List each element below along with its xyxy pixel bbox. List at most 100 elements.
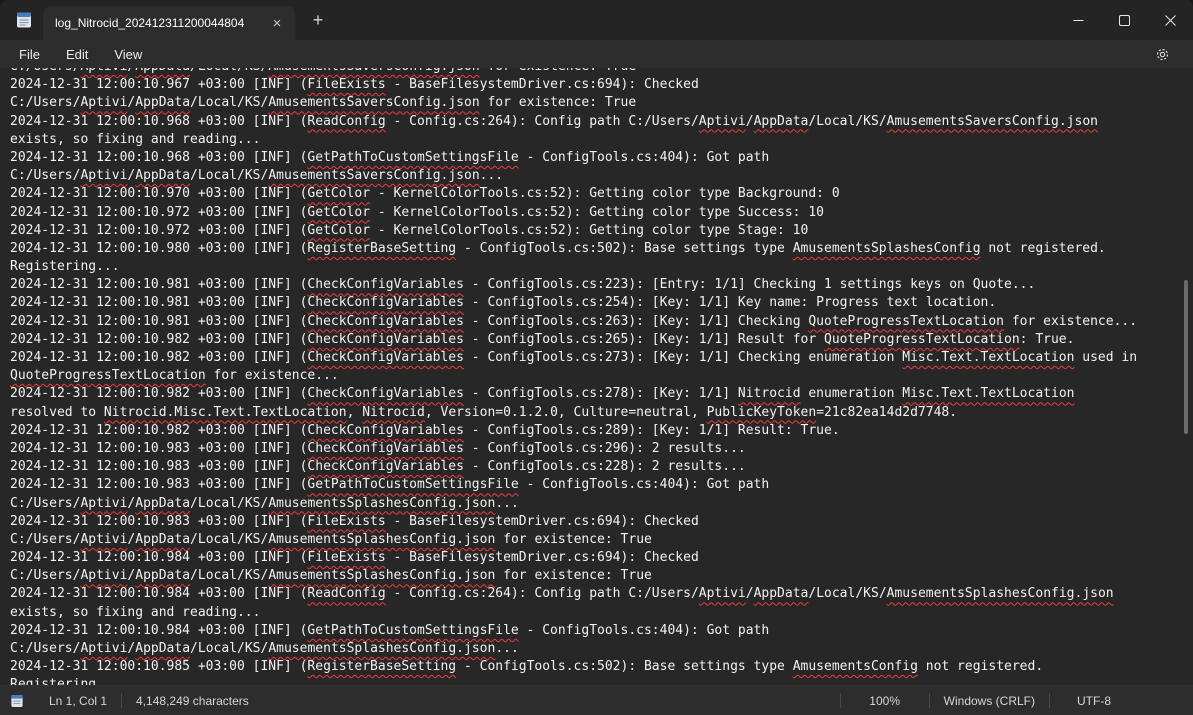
status-zoom: 100%	[841, 694, 929, 708]
misspelled-word: CheckConfigVariables	[307, 441, 464, 456]
misspelled-word: GetColor	[307, 205, 370, 220]
log-line: 2024-12-31 12:00:10.981 +03:00 [INF] (Ch…	[10, 294, 1193, 312]
log-line: exists, so fixing and reading...	[10, 131, 1193, 149]
gear-icon	[1155, 47, 1170, 62]
misspelled-word: AmusementsSaversConfig.json	[268, 95, 479, 110]
misspelled-word: AppData	[135, 568, 190, 583]
misspelled-word: Aptivi	[80, 641, 127, 656]
misspelled-word: AppData	[135, 496, 190, 511]
misspelled-word: Aptivi	[80, 496, 127, 511]
misspelled-word: Misc.Text.TextLocation	[902, 386, 1074, 401]
misspelled-word: GetColor	[307, 186, 370, 201]
tab-close-icon[interactable]: ×	[267, 13, 287, 33]
log-line: QuoteProgressTextLocation for existence.…	[10, 367, 1193, 385]
misspelled-word: Nitrocid	[738, 386, 801, 401]
settings-button[interactable]	[1145, 42, 1179, 66]
misspelled-word: Nitrocid.Misc.Text.TextLocation	[104, 405, 347, 420]
maximize-icon	[1119, 15, 1130, 26]
log-line: C:/Users/Aptivi/AppData/Local/KS/Amuseme…	[10, 531, 1193, 549]
misspelled-word: AmusementsConfig	[793, 659, 918, 674]
statusbar: Ln 1, Col 1 4,148,249 characters 100% Wi…	[0, 685, 1193, 715]
misspelled-word: AppData	[135, 68, 190, 74]
misspelled-word: CheckConfigVariables	[307, 314, 464, 329]
status-cursor-position: Ln 1, Col 1	[35, 694, 121, 708]
misspelled-word: Aptivi	[699, 114, 746, 129]
misspelled-word: CheckConfigVariables	[307, 332, 464, 347]
misspelled-word: Aptivi	[80, 95, 127, 110]
misspelled-word: AmusementsSplashesConfig	[793, 241, 981, 256]
misspelled-word: GetPathToCustomSettingsFile	[307, 150, 518, 165]
close-button[interactable]	[1147, 0, 1193, 40]
misspelled-word: RegisterBaseSetting	[307, 659, 456, 674]
log-line: Registering...	[10, 258, 1193, 276]
log-line: resolved to Nitrocid.Misc.Text.TextLocat…	[10, 404, 1193, 422]
misspelled-word: CheckConfigVariables	[307, 295, 464, 310]
misspelled-word: Aptivi	[80, 168, 127, 183]
log-line: C:/Users/Aptivi/AppData/Local/KS/Amuseme…	[10, 567, 1193, 585]
log-line: 2024-12-31 12:00:10.985 +03:00 [INF] (Re…	[10, 658, 1193, 676]
misspelled-word: AppData	[135, 641, 190, 656]
window-controls	[1055, 0, 1193, 40]
menu-file[interactable]: File	[6, 43, 53, 66]
log-line: 2024-12-31 12:00:10.967 +03:00 [INF] (Fi…	[10, 76, 1193, 94]
menu-edit[interactable]: Edit	[53, 43, 101, 66]
status-character-count: 4,148,249 characters	[122, 694, 263, 708]
misspelled-word: Misc.Text.TextLocation	[902, 350, 1074, 365]
log-line: 2024-12-31 12:00:10.972 +03:00 [INF] (Ge…	[10, 222, 1193, 240]
misspelled-word: CheckConfigVariables	[307, 277, 464, 292]
log-line: C:/Users/Aptivi/AppData/Local/KS/Amuseme…	[10, 495, 1193, 513]
misspelled-word: Aptivi	[80, 532, 127, 547]
close-icon	[1165, 15, 1176, 26]
menu-view[interactable]: View	[101, 43, 155, 66]
misspelled-word: Aptivi	[699, 586, 746, 601]
log-line: Registering...	[10, 676, 1193, 685]
misspelled-word: ReadConfig	[307, 114, 385, 129]
log-line: C:/Users/Aptivi/AppData/Local/KS/Amuseme…	[10, 94, 1193, 112]
misspelled-word: GetPathToCustomSettingsFile	[307, 477, 518, 492]
maximize-button[interactable]	[1101, 0, 1147, 40]
tab-title: log_Nitrocid_202412311200044804	[55, 16, 257, 30]
titlebar: log_Nitrocid_202412311200044804 × +	[0, 0, 1193, 40]
log-line: 2024-12-31 12:00:10.981 +03:00 [INF] (Ch…	[10, 313, 1193, 331]
scrollbar-thumb[interactable]	[1184, 280, 1188, 434]
misspelled-word: AmusementsSplashesConfig.json	[268, 496, 495, 511]
misspelled-word: FileExists	[307, 514, 385, 529]
notepad-app-icon	[14, 10, 34, 30]
misspelled-word: Aptivi	[80, 568, 127, 583]
log-line: 2024-12-31 12:00:10.984 +03:00 [INF] (Ge…	[10, 622, 1193, 640]
misspelled-word: AppData	[135, 95, 190, 110]
misspelled-word: QuoteProgressTextLocation	[10, 368, 206, 383]
misspelled-word: AmusementsSplashesConfig.json	[268, 641, 495, 656]
new-tab-button[interactable]: +	[305, 7, 331, 33]
log-line: 2024-12-31 12:00:10.982 +03:00 [INF] (Ch…	[10, 349, 1193, 367]
file-tab[interactable]: log_Nitrocid_202412311200044804 ×	[43, 6, 295, 40]
editor[interactable]: C:/Users/Aptivi/AppData/Local/KS/Amuseme…	[0, 68, 1193, 685]
misspelled-word: AmusementsSaversConfig.json	[268, 168, 479, 183]
misspelled-word: RegisterBaseSetting	[307, 241, 456, 256]
log-line: 2024-12-31 12:00:10.981 +03:00 [INF] (Ch…	[10, 276, 1193, 294]
editor-content: C:/Users/Aptivi/AppData/Local/KS/Amuseme…	[0, 68, 1193, 685]
misspelled-word: Nitrocid	[362, 405, 425, 420]
misspelled-word: QuoteProgressTextLocation	[824, 332, 1020, 347]
vertical-scrollbar[interactable]	[1179, 68, 1193, 685]
status-doc-icon	[9, 693, 25, 709]
misspelled-word: ReadConfig	[307, 586, 385, 601]
misspelled-word: AppData	[754, 114, 809, 129]
misspelled-word: AmusementsSplashesConfig.json	[268, 568, 495, 583]
misspelled-word: AppData	[135, 168, 190, 183]
log-line: C:/Users/Aptivi/AppData/Local/KS/Amuseme…	[10, 640, 1193, 658]
misspelled-word: AppData	[754, 586, 809, 601]
log-line: exists, so fixing and reading...	[10, 604, 1193, 622]
minimize-button[interactable]	[1055, 0, 1101, 40]
log-line: 2024-12-31 12:00:10.982 +03:00 [INF] (Ch…	[10, 385, 1193, 403]
notepad-window: log_Nitrocid_202412311200044804 × +	[0, 0, 1193, 715]
log-line: 2024-12-31 12:00:10.984 +03:00 [INF] (Fi…	[10, 549, 1193, 567]
misspelled-word: AmusementsSaversConfig.json	[268, 68, 479, 74]
log-line: C:/Users/Aptivi/AppData/Local/KS/Amuseme…	[10, 167, 1193, 185]
statusbar-right: 100% Windows (CRLF) UTF-8	[840, 693, 1138, 708]
log-line: 2024-12-31 12:00:10.970 +03:00 [INF] (Ge…	[10, 185, 1193, 203]
misspelled-word: Aptivi	[80, 68, 127, 74]
log-line: 2024-12-31 12:00:10.972 +03:00 [INF] (Ge…	[10, 204, 1193, 222]
misspelled-word: FileExists	[307, 550, 385, 565]
misspelled-word: CheckConfigVariables	[307, 459, 464, 474]
